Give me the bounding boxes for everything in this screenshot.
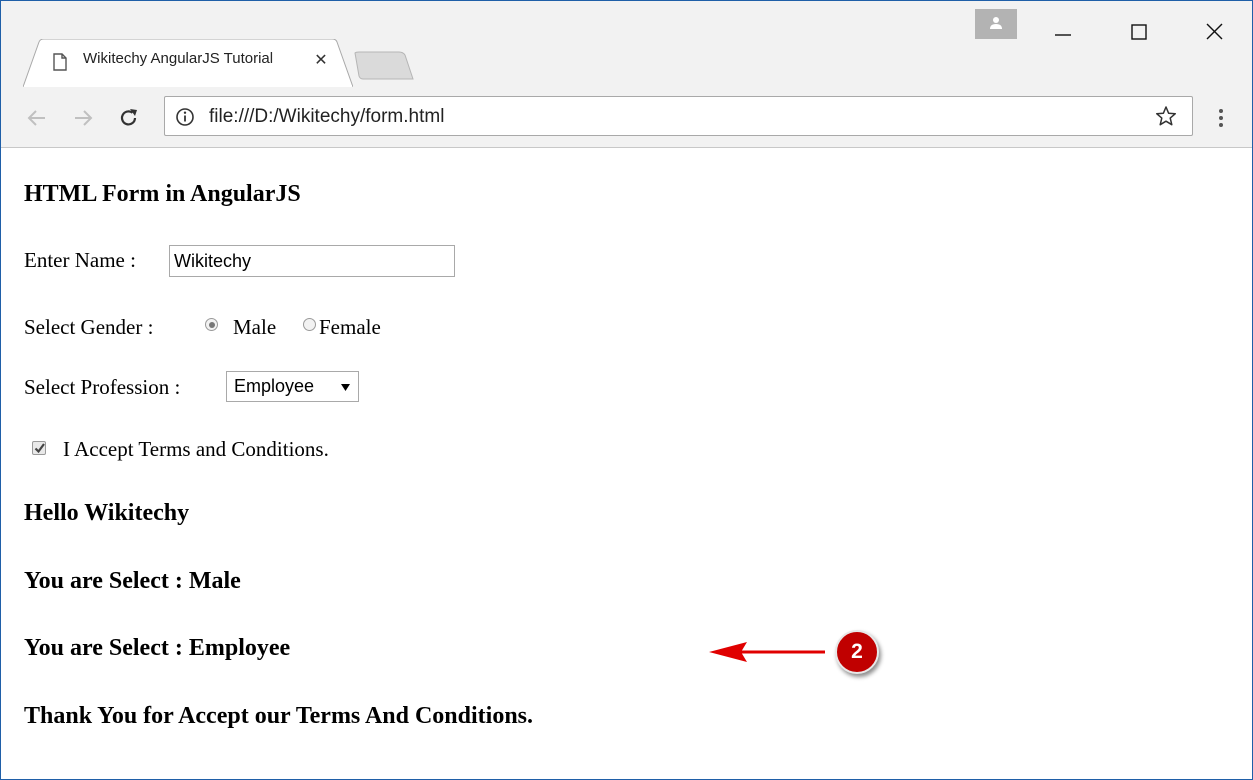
chrome-menu-button[interactable] bbox=[1209, 103, 1233, 133]
checkmark-icon bbox=[34, 443, 45, 454]
page-icon bbox=[53, 53, 67, 71]
output-gender: You are Select : Male bbox=[24, 568, 241, 594]
close-icon bbox=[1206, 23, 1223, 40]
terms-label[interactable]: I Accept Terms and Conditions. bbox=[63, 437, 329, 462]
minimize-button[interactable] bbox=[1042, 15, 1082, 51]
address-bar[interactable]: file:///D:/Wikitechy/form.html bbox=[164, 96, 1193, 136]
back-arrow-icon bbox=[27, 110, 45, 126]
page-heading: HTML Form in AngularJS bbox=[24, 181, 301, 207]
menu-dot bbox=[1219, 123, 1223, 127]
tab-close-icon[interactable]: ✕ bbox=[311, 49, 331, 71]
output-profession: You are Select : Employee bbox=[24, 635, 291, 661]
name-input[interactable] bbox=[169, 245, 455, 277]
bookmark-star-icon[interactable] bbox=[1155, 105, 1177, 127]
output-terms: Thank You for Accept our Terms And Condi… bbox=[24, 703, 534, 729]
gender-label: Select Gender : bbox=[24, 315, 154, 339]
profile-button[interactable] bbox=[975, 9, 1017, 39]
dropdown-arrow-icon bbox=[341, 384, 350, 391]
maximize-button[interactable] bbox=[1118, 15, 1158, 51]
profession-select[interactable]: Employee bbox=[226, 371, 359, 402]
reload-icon bbox=[120, 109, 137, 126]
close-window-button[interactable] bbox=[1193, 15, 1233, 51]
gender-radio-female[interactable] bbox=[303, 318, 316, 331]
profession-selected-value: Employee bbox=[234, 376, 315, 396]
browser-window: Wikitechy AngularJS Tutorial ✕ file:///D… bbox=[0, 0, 1253, 780]
browser-tab[interactable]: Wikitechy AngularJS Tutorial ✕ bbox=[23, 39, 353, 87]
url-text[interactable]: file:///D:/Wikitechy/form.html bbox=[209, 106, 444, 128]
user-icon bbox=[990, 17, 1002, 29]
browser-toolbar: file:///D:/Wikitechy/form.html bbox=[1, 87, 1252, 148]
output-hello: Hello Wikitechy bbox=[24, 500, 190, 526]
tab-title: Wikitechy AngularJS Tutorial bbox=[83, 50, 274, 67]
name-label: Enter Name : bbox=[24, 248, 136, 272]
page-content: HTML Form in AngularJS Enter Name : Sele… bbox=[1, 148, 1252, 779]
back-button[interactable] bbox=[23, 104, 51, 132]
forward-arrow-icon bbox=[75, 110, 93, 126]
forward-button[interactable] bbox=[69, 104, 97, 132]
menu-dot bbox=[1219, 116, 1223, 120]
annotation-arrow bbox=[709, 642, 825, 662]
gender-radio-male[interactable] bbox=[205, 318, 218, 331]
menu-dot bbox=[1219, 109, 1223, 113]
gender-option-female[interactable]: Female bbox=[319, 315, 381, 340]
terms-checkbox[interactable] bbox=[32, 441, 46, 455]
profession-label: Select Profession : bbox=[24, 375, 181, 399]
info-icon[interactable] bbox=[175, 107, 195, 127]
title-bar: Wikitechy AngularJS Tutorial ✕ bbox=[1, 1, 1252, 87]
new-tab-button[interactable] bbox=[353, 51, 415, 81]
gender-option-male[interactable]: Male bbox=[233, 315, 276, 340]
maximize-icon bbox=[1131, 24, 1147, 40]
annotation-badge: 2 bbox=[835, 630, 879, 674]
reload-button[interactable] bbox=[115, 104, 143, 132]
minimize-icon bbox=[1055, 34, 1071, 36]
